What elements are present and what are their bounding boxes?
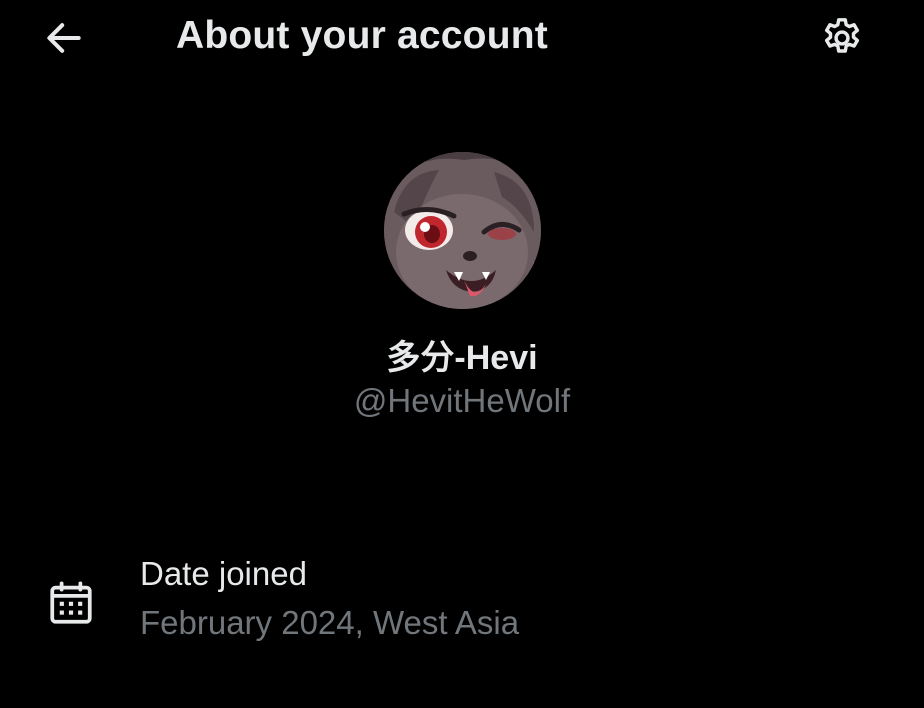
avatar[interactable]	[384, 152, 541, 309]
display-name: 多分-Hevi	[386, 339, 538, 377]
page-title: About your account	[176, 14, 548, 57]
top-app-bar: About your account	[0, 0, 924, 80]
date-joined-value: February 2024, West Asia	[140, 604, 520, 641]
date-joined-label: Date joined	[140, 555, 307, 592]
settings-button[interactable]	[816, 12, 868, 64]
username-handle: @HevitHeWolf	[353, 382, 571, 419]
date-joined-row: Date joined February 2024, West Asia	[0, 548, 924, 658]
back-button[interactable]	[38, 16, 90, 60]
wolf-avatar-image	[384, 152, 541, 309]
arrow-left-icon	[47, 23, 81, 53]
gear-icon	[824, 18, 860, 53]
calendar-icon	[50, 581, 92, 624]
